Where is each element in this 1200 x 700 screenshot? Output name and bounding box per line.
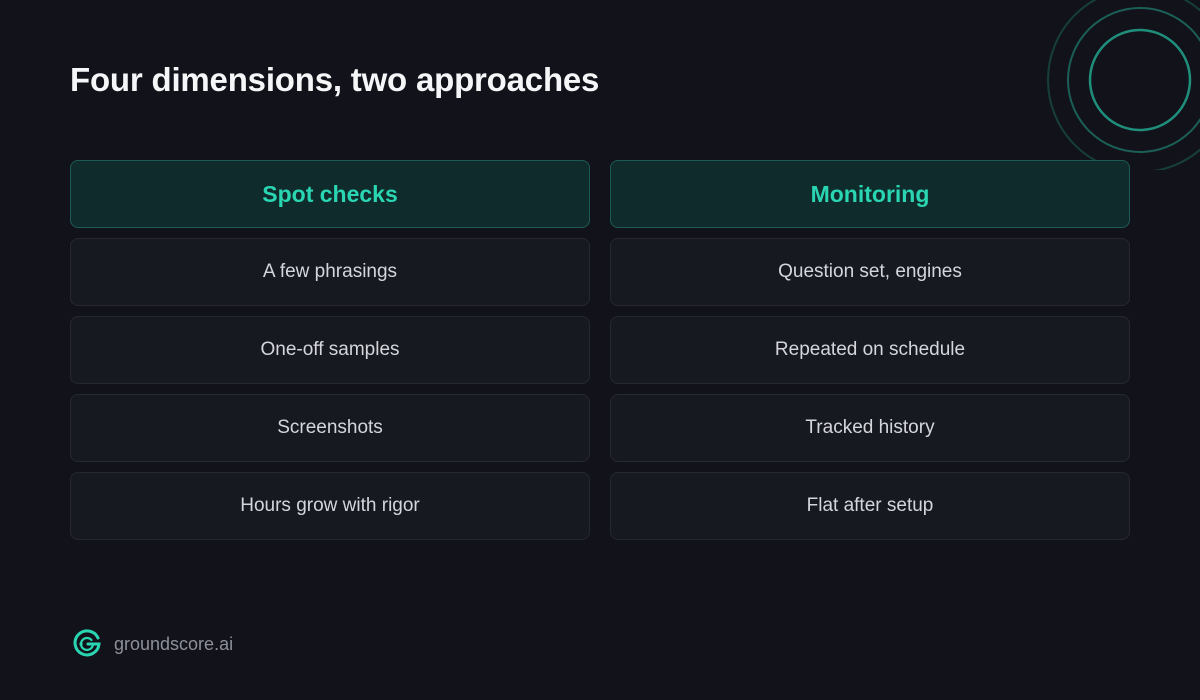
spot-checks-row: Screenshots [70, 394, 590, 462]
brand-footer: groundscore.ai [72, 629, 233, 659]
monitoring-header: Monitoring [610, 160, 1130, 228]
slide: Four dimensions, two approaches Spot che… [0, 0, 1200, 700]
monitoring-row: Repeated on schedule [610, 316, 1130, 384]
spot-checks-header: Spot checks [70, 160, 590, 228]
monitoring-row: Flat after setup [610, 472, 1130, 540]
monitoring-column: Monitoring Question set, engines Repeate… [610, 160, 1130, 550]
page-title: Four dimensions, two approaches [70, 61, 600, 98]
spot-checks-column: Spot checks A few phrasings One-off samp… [70, 160, 590, 550]
concentric-arcs-icon [1047, 0, 1200, 170]
groundscore-g-logo-icon [73, 629, 101, 657]
brand-name: groundscore.ai [114, 633, 234, 654]
monitoring-row: Tracked history [610, 394, 1130, 462]
spot-checks-row: Hours grow with rigor [70, 472, 590, 540]
monitoring-row: Question set, engines [610, 238, 1130, 306]
spot-checks-row: One-off samples [70, 316, 590, 384]
spot-checks-row: A few phrasings [70, 238, 590, 306]
